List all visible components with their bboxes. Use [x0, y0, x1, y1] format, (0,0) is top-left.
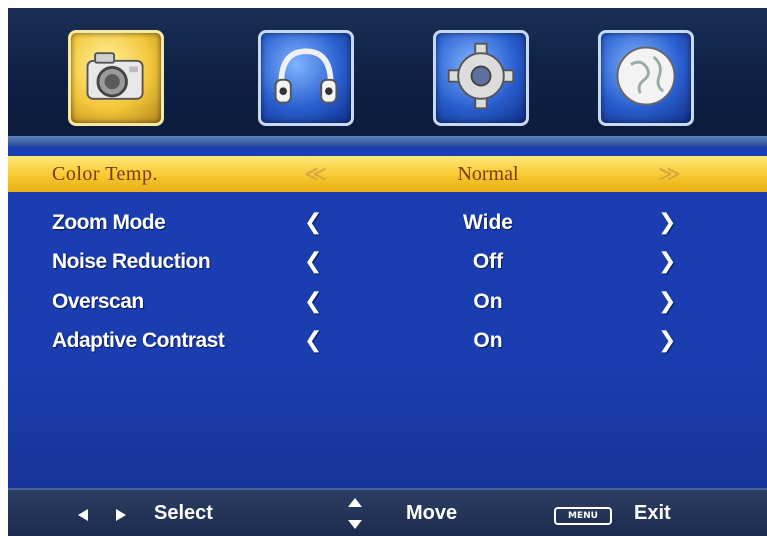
tab-picture[interactable] — [68, 30, 164, 126]
arrow-left-icon[interactable]: ❮ — [304, 210, 322, 235]
row-value: Normal — [457, 163, 519, 185]
tab-setup[interactable] — [433, 30, 529, 126]
row-label: Adaptive Contrast — [52, 329, 225, 352]
row-value: Off — [472, 250, 504, 273]
menu-row-color-temp[interactable]: Color Temp. ≪ Normal ≫ — [8, 156, 767, 192]
row-label: Color Temp. — [52, 163, 158, 185]
arrow-right-icon[interactable]: ≫ — [658, 162, 681, 187]
arrow-right-icon[interactable]: ❯ — [658, 328, 676, 353]
left-triangle-icon — [78, 509, 88, 521]
menu-row-zoom-mode[interactable]: Zoom Mode ❮ Wide ❯ — [8, 204, 767, 240]
arrow-left-icon[interactable]: ≪ — [304, 162, 327, 187]
menu-row-adaptive-contrast[interactable]: Adaptive Contrast ❮ On ❯ — [8, 322, 767, 358]
row-label: Zoom Mode — [52, 211, 166, 234]
arrow-left-icon[interactable]: ❮ — [304, 249, 322, 274]
arrow-left-icon[interactable]: ❮ — [304, 328, 322, 353]
arrow-right-icon[interactable]: ❯ — [658, 210, 676, 235]
row-value: On — [473, 290, 503, 313]
move-hint: Move — [406, 502, 458, 524]
tab-sound[interactable] — [258, 30, 354, 126]
menu-row-overscan[interactable]: Overscan ❮ On ❯ — [8, 283, 767, 319]
icon-bar-divider — [8, 136, 767, 146]
category-icon-bar — [8, 8, 767, 148]
settings-menu: Color Temp. ≪ Normal ≫ Zoom Mode ❮ Wide … — [8, 146, 767, 488]
gear-icon — [443, 38, 519, 118]
row-label: Overscan — [52, 290, 144, 313]
camera-icon — [78, 38, 154, 118]
exit-hint: Exit — [634, 502, 671, 524]
tab-world[interactable] — [598, 30, 694, 126]
help-bar: Select Move MENU Exit — [8, 488, 767, 536]
menu-key-icon: MENU — [554, 507, 612, 525]
arrow-right-icon[interactable]: ❯ — [658, 289, 676, 314]
headphones-icon — [268, 38, 344, 118]
row-value: On — [473, 329, 503, 352]
row-value: Wide — [463, 211, 513, 234]
arrow-left-icon[interactable]: ❮ — [304, 289, 322, 314]
down-triangle-icon — [348, 520, 362, 529]
menu-row-noise-reduction[interactable]: Noise Reduction ❮ Off ❯ — [8, 243, 767, 279]
right-triangle-icon — [116, 509, 126, 521]
arrow-right-icon[interactable]: ❯ — [658, 249, 676, 274]
globe-icon — [608, 38, 684, 118]
tv-osd-screen: Color Temp. ≪ Normal ≫ Zoom Mode ❮ Wide … — [8, 8, 767, 536]
select-hint: Select — [154, 502, 213, 524]
up-triangle-icon — [348, 498, 362, 507]
row-label: Noise Reduction — [52, 250, 211, 273]
